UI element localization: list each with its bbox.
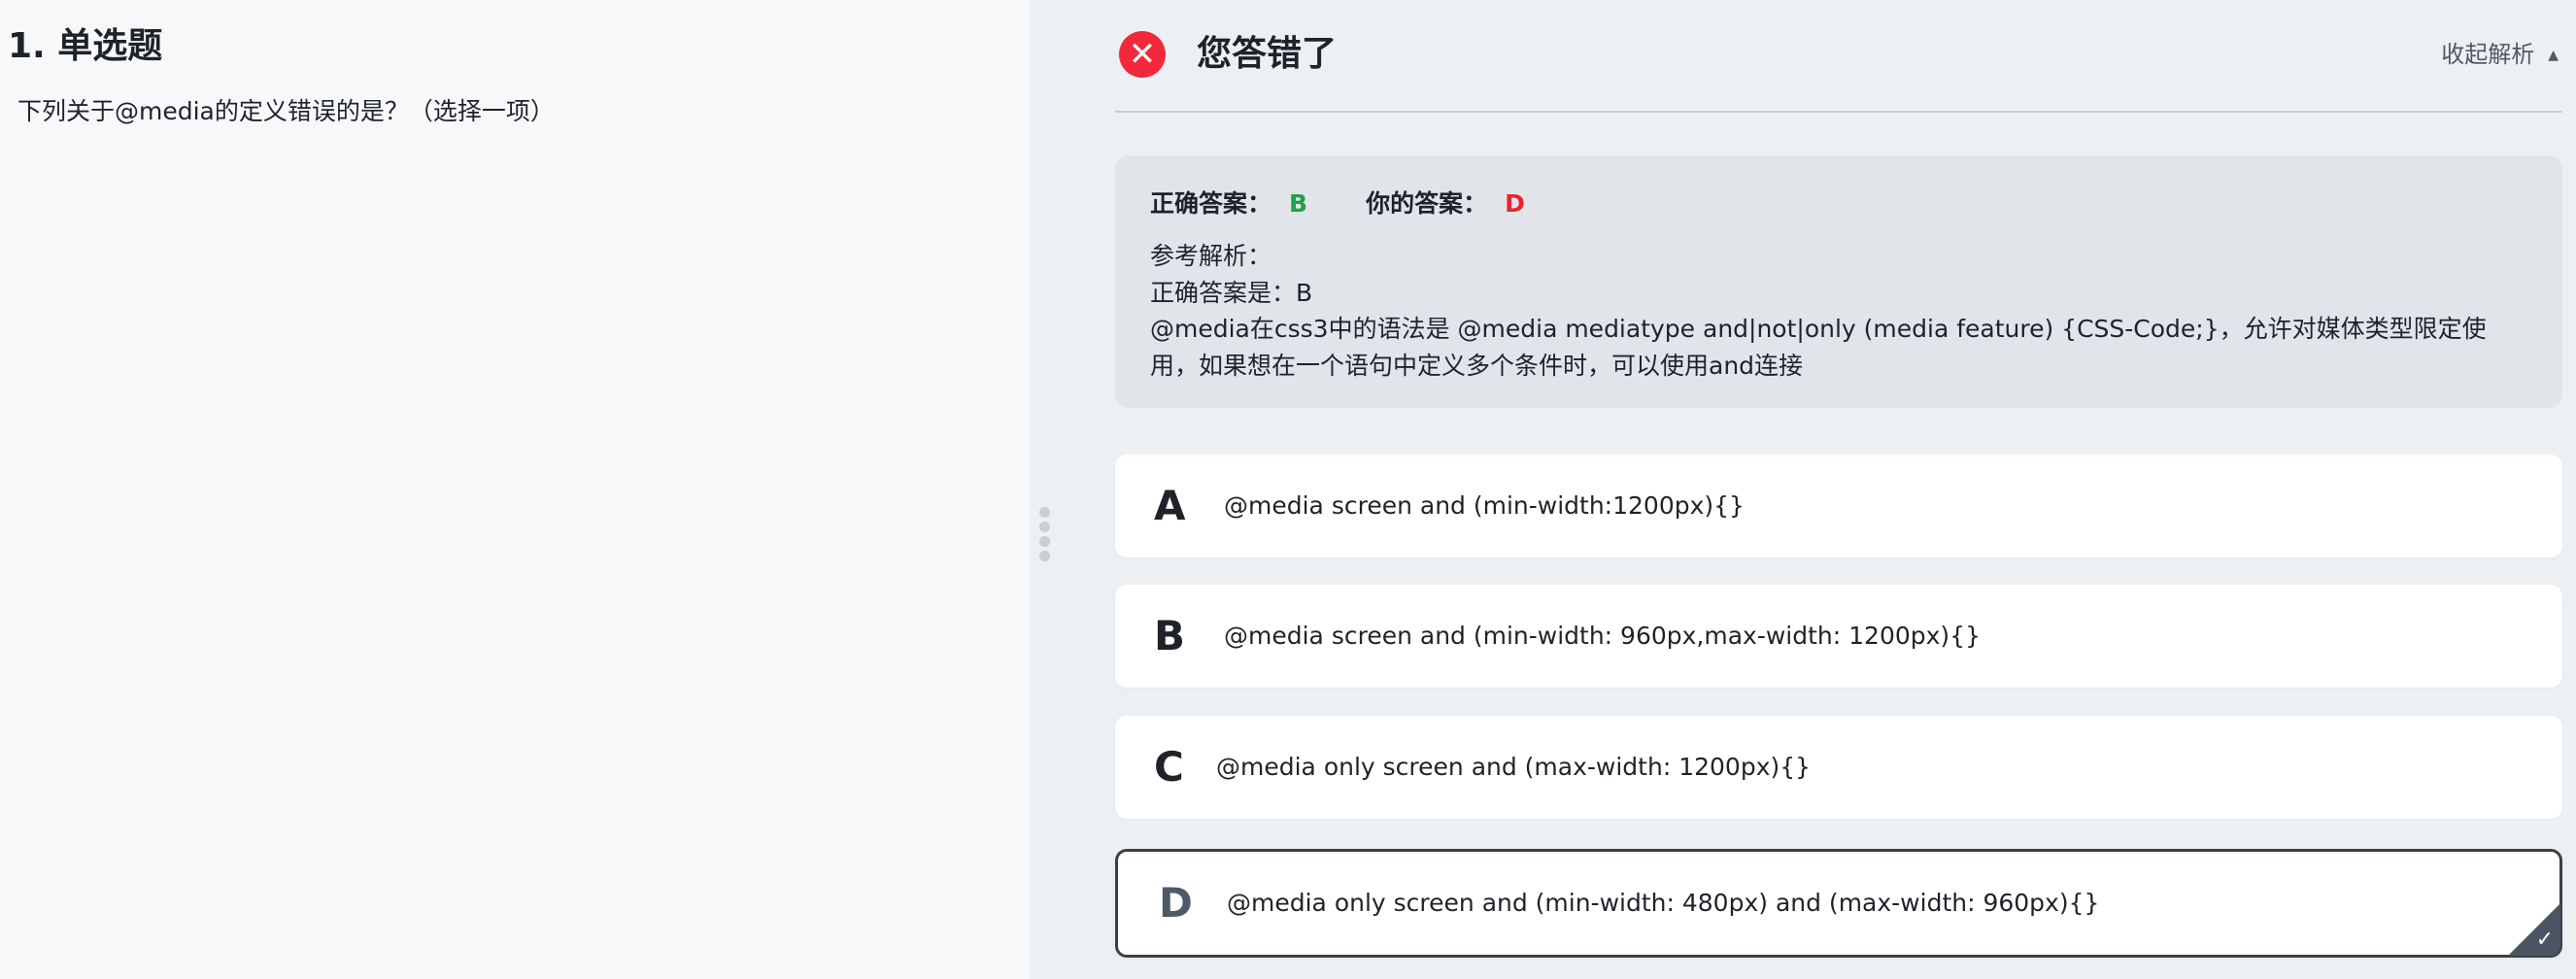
your-answer-value: D: [1505, 189, 1525, 218]
result-title: 您答错了: [1197, 34, 1338, 74]
option-b[interactable]: B @media screen and (min-width: 960px,ma…: [1115, 585, 2562, 688]
collapse-analysis-button[interactable]: 收起解析 ▲: [2441, 37, 2559, 76]
option-text: @media screen and (min-width:1200px){}: [1224, 491, 1745, 520]
option-letter: C: [1154, 743, 1184, 791]
question-pane: 1. 单选题 下列关于@media的定义错误的是？（选择一项）: [0, 0, 1030, 979]
option-letter: D: [1159, 879, 1193, 927]
reference-label: 参考解析：: [1150, 242, 1272, 270]
option-d[interactable]: D @media only screen and (min-width: 480…: [1115, 849, 2562, 958]
option-text: @media only screen and (min-width: 480px…: [1227, 889, 2100, 917]
option-text: @media screen and (min-width: 960px,max-…: [1224, 622, 1981, 650]
question-text: 下列关于@media的定义错误的是？（选择一项）: [17, 97, 555, 125]
answer-summary: 正确答案： B 你的答案： D: [1150, 185, 1525, 219]
reference-explanation: @media在css3中的语法是 @media mediatype and|no…: [1150, 315, 2487, 380]
reference-answer-line: 正确答案是：B: [1150, 279, 1313, 307]
correct-answer-value: B: [1289, 189, 1308, 218]
caret-up-icon: ▲: [2548, 48, 2559, 63]
option-text: @media only screen and (max-width: 1200p…: [1216, 753, 1812, 781]
your-answer-label: 你的答案：: [1366, 189, 1488, 218]
option-a[interactable]: A @media screen and (min-width:1200px){}: [1115, 455, 2562, 557]
result-header: ✕ 您答错了 收起解析 ▲: [1115, 29, 2562, 113]
option-c[interactable]: C @media only screen and (max-width: 120…: [1115, 716, 2562, 819]
correct-answer-label: 正确答案：: [1150, 189, 1272, 218]
option-letter: B: [1154, 612, 1186, 659]
check-icon: ✓: [2535, 928, 2554, 952]
analysis-panel: 正确答案： B 你的答案： D 参考解析： 正确答案是：B @media在css3中的…: [1115, 155, 2562, 408]
handle-dot: [1039, 551, 1050, 561]
handle-dot: [1039, 522, 1050, 532]
handle-dot: [1039, 536, 1050, 547]
collapse-label: 收起解析: [2441, 41, 2535, 68]
resize-handle[interactable]: [1039, 507, 1051, 575]
wrong-icon: ✕: [1119, 31, 1166, 78]
question-title: 1. 单选题: [8, 26, 163, 66]
handle-dot: [1039, 507, 1050, 518]
option-letter: A: [1154, 482, 1186, 529]
